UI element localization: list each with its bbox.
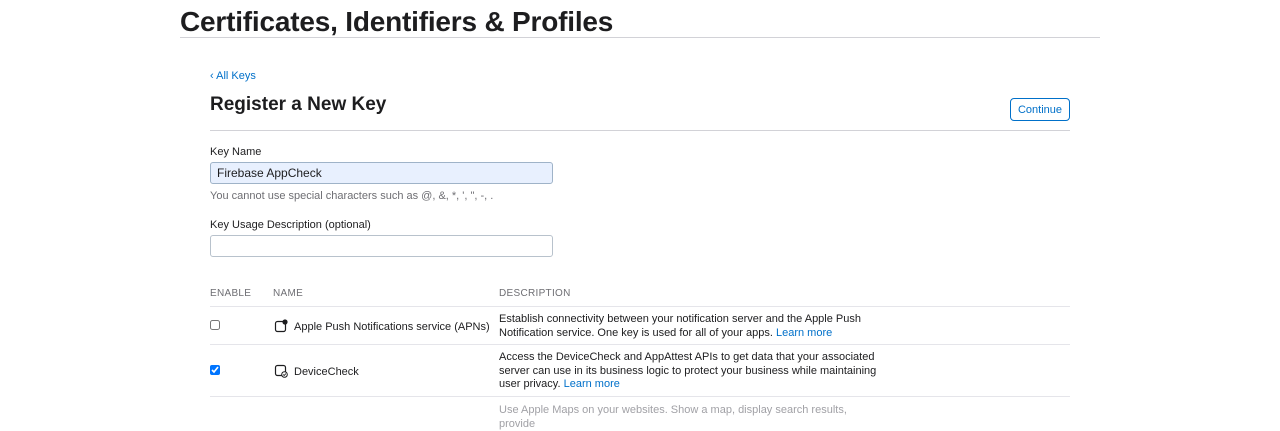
maps-description: Use Apple Maps on your websites. Show a … xyxy=(499,404,847,430)
key-name-label: Key Name xyxy=(210,146,262,158)
section-title: Register a New Key xyxy=(210,94,387,115)
devicecheck-name: DeviceCheck xyxy=(294,366,359,378)
column-header-description: DESCRIPTION xyxy=(499,288,571,299)
table-row-divider xyxy=(210,396,1070,397)
column-header-name: NAME xyxy=(273,288,304,299)
push-notification-icon xyxy=(274,319,288,333)
apns-name: Apple Push Notifications service (APNs) xyxy=(294,321,490,333)
page-header: Certificates, Identifiers & Profiles xyxy=(180,0,1100,38)
devicecheck-learn-more-link[interactable]: Learn more xyxy=(564,378,620,390)
key-usage-input[interactable] xyxy=(210,235,553,257)
page-title: Certificates, Identifiers & Profiles xyxy=(180,6,614,37)
all-keys-back-link[interactable]: ‹ All Keys xyxy=(210,70,256,82)
section-divider xyxy=(210,130,1070,131)
devicecheck-description: Access the DeviceCheck and AppAttest API… xyxy=(499,351,879,392)
apns-description: Establish connectivity between your noti… xyxy=(499,313,879,340)
key-usage-label: Key Usage Description (optional) xyxy=(210,219,371,231)
device-check-icon xyxy=(274,364,288,378)
key-name-hint: You cannot use special characters such a… xyxy=(210,190,494,202)
devicecheck-description-text: Access the DeviceCheck and AppAttest API… xyxy=(499,351,877,390)
continue-button[interactable]: Continue xyxy=(1010,98,1070,121)
table-row-divider xyxy=(210,344,1070,345)
column-header-enable: ENABLE xyxy=(210,288,252,299)
enable-devicecheck-checkbox[interactable] xyxy=(210,365,220,375)
enable-apns-checkbox[interactable] xyxy=(210,320,220,330)
key-name-input[interactable] xyxy=(210,162,553,184)
table-header-divider xyxy=(210,306,1070,307)
apns-learn-more-link[interactable]: Learn more xyxy=(776,327,832,339)
